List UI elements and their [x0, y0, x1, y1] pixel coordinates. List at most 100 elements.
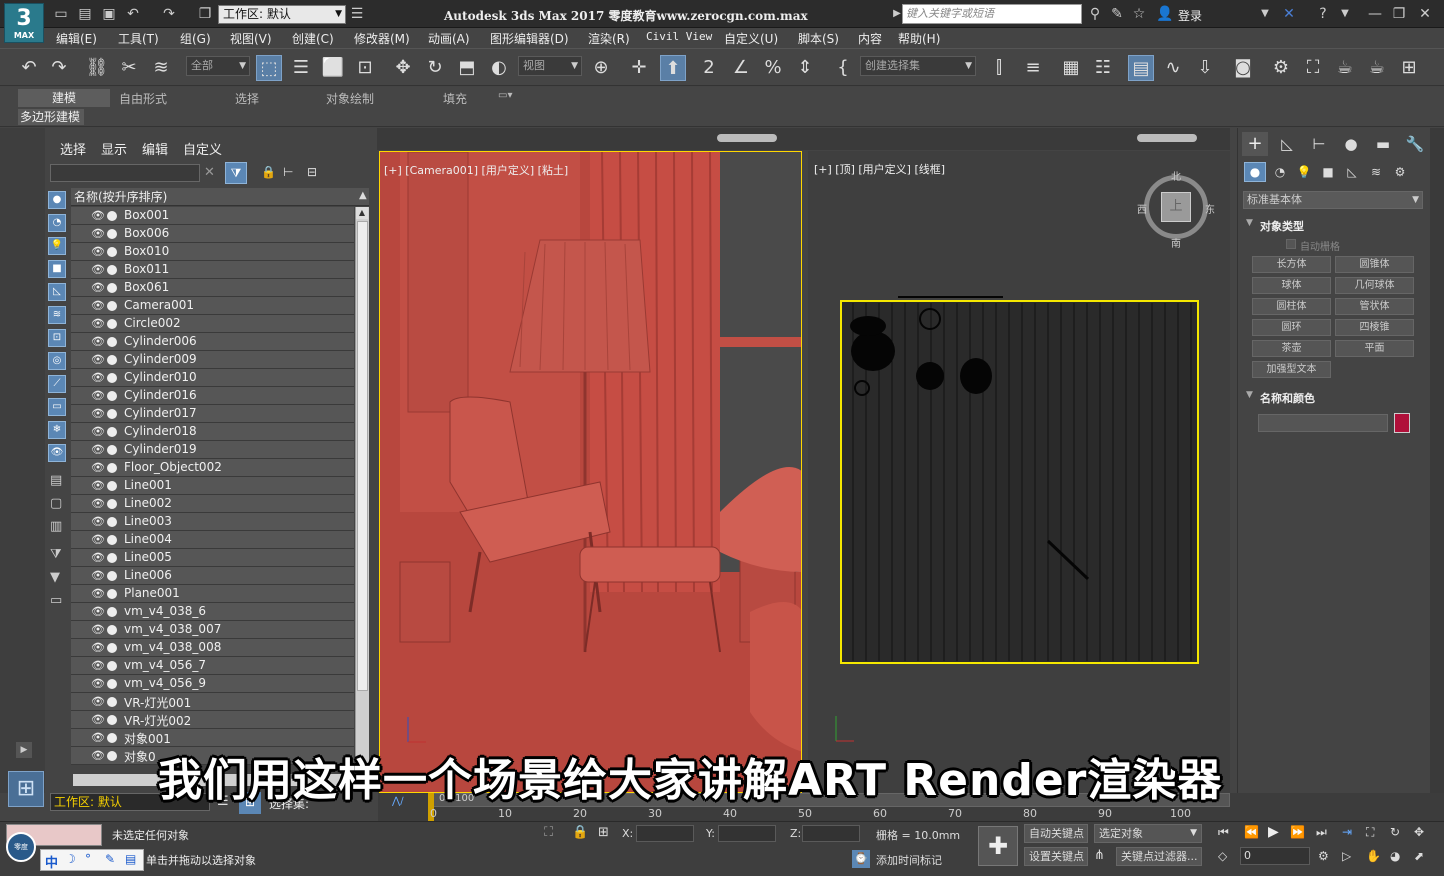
create-tab-icon[interactable]: +	[1242, 132, 1268, 156]
visibility-eye-icon[interactable]: 👁	[91, 731, 105, 744]
render-toggle-icon[interactable]	[107, 661, 117, 671]
goto-start-icon[interactable]: ⏮	[1218, 825, 1229, 840]
display-lights-icon[interactable]: 💡	[48, 237, 66, 255]
table-row[interactable]: 👁 Plane001	[71, 585, 354, 603]
goto-end-icon[interactable]: ⏭	[1316, 825, 1327, 840]
selection-filter-dropdown[interactable]: 全部 ▼	[186, 56, 250, 76]
menu-content[interactable]: 内容	[858, 30, 882, 47]
workspace-dropdown[interactable]: 工作区: 默认 ▼	[218, 5, 346, 24]
textplus-button[interactable]: 加强型文本	[1252, 361, 1331, 378]
menu-group[interactable]: 组(G)	[180, 30, 211, 47]
table-row[interactable]: 👁 vm_v4_038_6	[71, 603, 354, 621]
sphere-button[interactable]: 球体	[1252, 277, 1331, 294]
plane-button[interactable]: 平面	[1335, 340, 1414, 357]
render-setup-icon[interactable]: ⚙	[1268, 55, 1294, 81]
render-toggle-icon[interactable]	[107, 229, 117, 239]
visibility-eye-icon[interactable]: 👁	[91, 281, 105, 294]
object-color-swatch[interactable]	[1394, 413, 1410, 433]
lights-category-icon[interactable]: 💡	[1294, 162, 1314, 182]
visibility-eye-icon[interactable]: 👁	[91, 335, 105, 348]
visibility-eye-icon[interactable]: 👁	[91, 659, 105, 672]
se-tab-select[interactable]: 选择	[60, 139, 86, 158]
render-toggle-icon[interactable]	[107, 265, 117, 275]
render-toggle-icon[interactable]	[107, 409, 117, 419]
angle-snap-icon[interactable]: ∠	[728, 55, 754, 81]
visibility-eye-icon[interactable]: 👁	[91, 623, 105, 636]
display-spacewarps-icon[interactable]: ≋	[48, 306, 66, 324]
visibility-eye-icon[interactable]: 👁	[91, 479, 105, 492]
render-iterative-icon[interactable]: ☕	[1364, 55, 1390, 81]
menu-graph-editors[interactable]: 图形编辑器(D)	[490, 30, 569, 47]
table-row[interactable]: 👁 Box001	[71, 207, 354, 225]
viewcube-east[interactable]: 东	[1205, 201, 1215, 216]
hierarchy-tab-icon[interactable]: ⊢	[1306, 132, 1332, 156]
table-row[interactable]: 👁 vm_v4_056_7	[71, 657, 354, 675]
mirror-icon[interactable]: ⫿	[986, 55, 1012, 81]
y-coord-input[interactable]	[718, 825, 776, 842]
set-key-big-icon[interactable]: ✚	[978, 826, 1018, 866]
ime-punct-icon[interactable]: °	[85, 852, 91, 866]
visibility-eye-icon[interactable]: 👁	[91, 641, 105, 654]
table-row[interactable]: 👁 Cylinder018	[71, 423, 354, 441]
pan-icon[interactable]: ✋	[1366, 849, 1381, 863]
viewport-splitter-handle-2[interactable]	[1137, 134, 1197, 142]
autogrid-checkbox[interactable]	[1286, 239, 1296, 249]
schematic-view-icon[interactable]: ⇩	[1192, 55, 1218, 81]
project-folder-icon[interactable]: ❐	[196, 5, 214, 23]
render-toggle-icon[interactable]	[107, 733, 117, 743]
se-search-input[interactable]	[50, 164, 200, 182]
move-icon[interactable]: ✥	[390, 55, 416, 81]
scroll-up-icon[interactable]: ▲	[356, 207, 368, 219]
visibility-eye-icon[interactable]: 👁	[91, 443, 105, 456]
undo-icon[interactable]: ↶	[16, 55, 42, 81]
se-tab-display[interactable]: 显示	[101, 139, 127, 158]
absolute-mode-icon[interactable]: ⊞	[598, 825, 609, 840]
ribbon-tab-freeform[interactable]: 自由形式	[119, 90, 167, 107]
render-in-cloud-icon[interactable]: ⊞	[1396, 55, 1422, 81]
ime-tool-icon[interactable]: ✎	[105, 852, 115, 866]
shapes-category-icon[interactable]: ◔	[1270, 162, 1290, 182]
visibility-eye-icon[interactable]: 👁	[91, 389, 105, 402]
table-row[interactable]: 👁 Camera001	[71, 297, 354, 315]
viewcube[interactable]: 上	[1144, 175, 1208, 239]
viewport-splitter-handle[interactable]	[717, 134, 777, 142]
filter-toggle-icon[interactable]: ⧩	[50, 547, 62, 562]
table-row[interactable]: 👁 Cylinder009	[71, 351, 354, 369]
render-toggle-icon[interactable]	[107, 751, 117, 761]
table-row[interactable]: 👁 Cylinder010	[71, 369, 354, 387]
render-toggle-icon[interactable]	[107, 517, 117, 527]
visibility-eye-icon[interactable]: 👁	[91, 299, 105, 312]
visibility-eye-icon[interactable]: 👁	[91, 605, 105, 618]
rectangular-selection-icon[interactable]: ⬜	[320, 55, 346, 81]
render-toggle-icon[interactable]	[107, 319, 117, 329]
key-filter-icon[interactable]: ⋔	[1094, 848, 1105, 863]
display-frozen-icon[interactable]: ❄	[48, 421, 66, 439]
table-row[interactable]: 👁 Cylinder019	[71, 441, 354, 459]
viewport-layout-icon[interactable]: ⊞	[8, 771, 44, 807]
name-color-rollout-title[interactable]: 名称和颜色	[1260, 390, 1315, 406]
align-icon[interactable]: ≡	[1020, 55, 1046, 81]
polygon-modeling-panel[interactable]: 多边形建模	[18, 109, 84, 125]
help-icon[interactable]: ?	[1314, 5, 1332, 23]
minimize-icon[interactable]: —	[1366, 5, 1384, 23]
menu-create[interactable]: 创建(C)	[292, 30, 334, 47]
render-production-icon[interactable]: ☕	[1332, 55, 1358, 81]
autodesk-exchange-icon[interactable]: ✕	[1280, 5, 1298, 23]
user-icon[interactable]: 👤	[1156, 5, 1174, 23]
filter-icon[interactable]: ⧩	[225, 162, 247, 184]
table-row[interactable]: 👁 Line005	[71, 549, 354, 567]
time-tag-icon[interactable]: ⌚	[852, 850, 870, 868]
table-row[interactable]: 👁 Line004	[71, 531, 354, 549]
table-row[interactable]: 👁 vm_v4_038_008	[71, 639, 354, 657]
top-viewport-label[interactable]: [+] [顶] [用户定义] [线框]	[814, 161, 945, 177]
table-row[interactable]: 👁 Line006	[71, 567, 354, 585]
restore-icon[interactable]: ❐	[1390, 5, 1408, 23]
render-toggle-icon[interactable]	[107, 553, 117, 563]
visibility-eye-icon[interactable]: 👁	[91, 317, 105, 330]
table-row[interactable]: 👁 Box011	[71, 261, 354, 279]
display-groups-icon[interactable]: ⊡	[48, 329, 66, 347]
render-toggle-icon[interactable]	[107, 211, 117, 221]
ribbon-tab-populate[interactable]: 填充	[443, 90, 467, 107]
render-toggle-icon[interactable]	[107, 589, 117, 599]
visibility-eye-icon[interactable]: 👁	[91, 587, 105, 600]
